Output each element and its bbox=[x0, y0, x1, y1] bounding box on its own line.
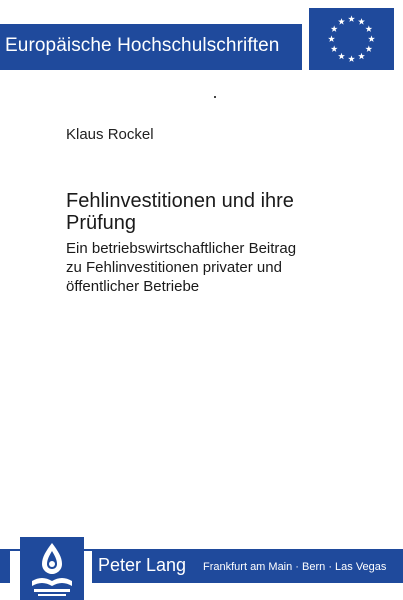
speck bbox=[214, 96, 216, 98]
series-label: Europäische Hochschulschriften bbox=[5, 35, 280, 56]
publisher-left-strip bbox=[0, 551, 10, 583]
eu-stars-icon bbox=[328, 15, 375, 62]
publisher-cities: Frankfurt am Main · Bern · Las Vegas bbox=[203, 561, 387, 573]
subtitle-line-1: Ein betriebswirtschaftlicher Beitrag bbox=[66, 240, 297, 257]
publisher-band: Peter Lang Frankfurt am Main · Bern · La… bbox=[92, 551, 403, 583]
eu-star-icon bbox=[368, 35, 375, 42]
eu-star-icon bbox=[328, 35, 335, 42]
title-line-1: Fehlinvestitionen und ihre bbox=[66, 190, 294, 212]
series-band: Europäische Hochschulschriften bbox=[0, 24, 302, 70]
eu-star-icon bbox=[365, 45, 373, 52]
eu-star-icon bbox=[330, 45, 338, 52]
eu-star-icon bbox=[338, 52, 345, 60]
book-subtitle: Ein betriebswirtschaftlicher Beitrag zu … bbox=[66, 239, 366, 296]
eu-star-icon bbox=[348, 55, 355, 62]
eu-emblem bbox=[309, 8, 394, 70]
publisher-logo bbox=[20, 537, 84, 600]
publisher-name: Peter Lang bbox=[98, 555, 187, 575]
peter-lang-logo-icon bbox=[32, 543, 72, 596]
subtitle-line-2: zu Fehlinvestitionen privater und bbox=[66, 259, 282, 276]
eu-star-icon bbox=[348, 15, 355, 22]
book-title: Fehlinvestitionen und ihre Prüfung bbox=[66, 190, 366, 234]
eu-star-icon bbox=[358, 18, 365, 25]
subtitle-line-3: öffentlicher Betriebe bbox=[66, 278, 200, 295]
title-line-2: Prüfung bbox=[66, 212, 137, 234]
eu-star-icon bbox=[358, 52, 365, 60]
eu-star-icon bbox=[330, 25, 338, 32]
eu-star-icon bbox=[365, 25, 373, 32]
eu-star-icon bbox=[338, 18, 345, 25]
author-name: Klaus Rockel bbox=[66, 126, 154, 143]
